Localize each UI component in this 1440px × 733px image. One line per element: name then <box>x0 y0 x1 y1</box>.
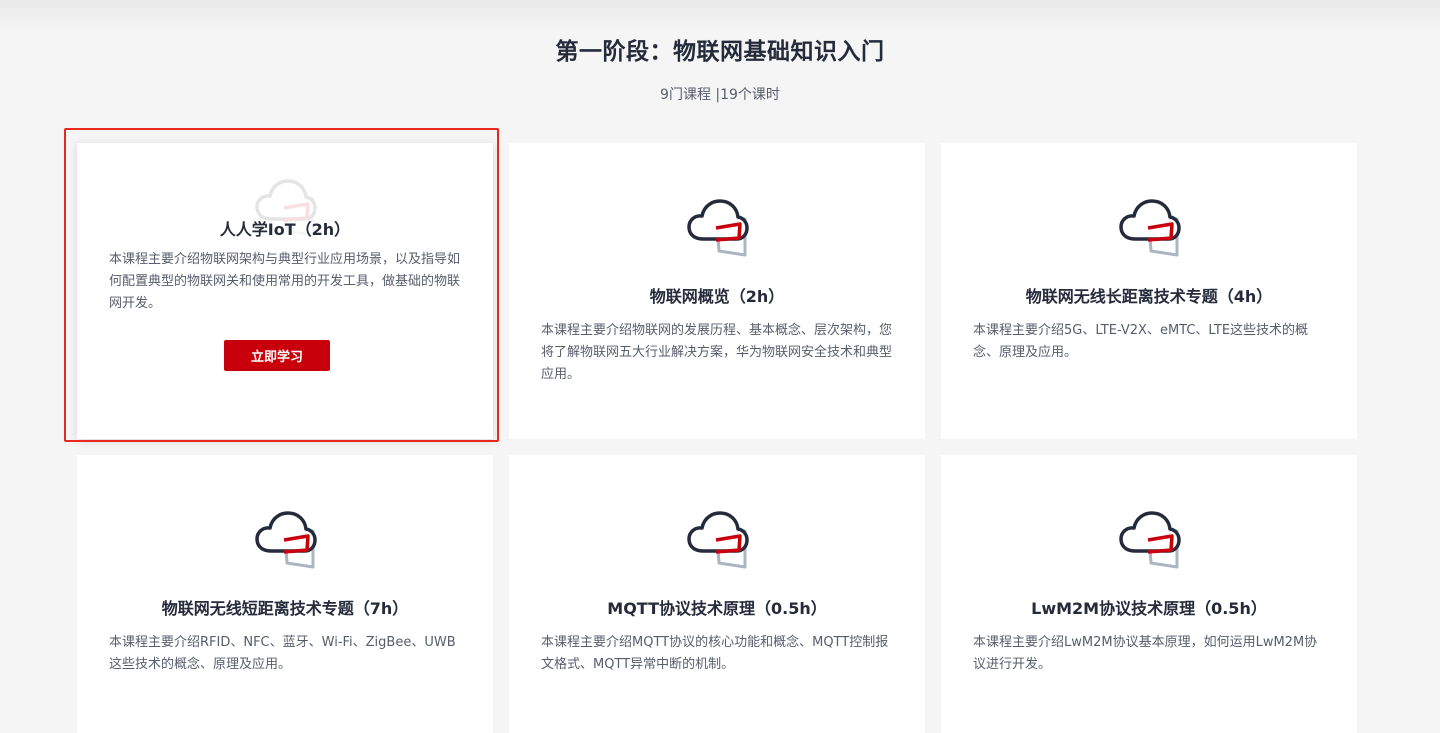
course-description: 本课程主要介绍5G、LTE-V2X、eMTC、LTE这些技术的概念、原理及应用。 <box>973 323 1309 360</box>
cloud-iot-icon <box>685 193 749 261</box>
course-description: 本课程主要介绍LwM2M协议基本原理，如何运用LwM2M协议进行开发。 <box>973 635 1318 672</box>
course-title: 物联网无线短距离技术专题（7h） <box>161 599 409 618</box>
cloud-iot-icon <box>1117 193 1181 261</box>
stage-summary: 9门课程 |19个课时 <box>660 87 780 103</box>
course-description: 本课程主要介绍物联网架构与典型行业应用场景，以及指导如何配置典型的物联网关和使用… <box>109 252 461 311</box>
start-learning-button[interactable]: 立即学习 <box>224 340 330 371</box>
page-header-shade <box>0 0 1440 30</box>
course-title: 物联网无线长距离技术专题（4h） <box>1025 287 1273 306</box>
course-card-mqtt[interactable]: MQTT协议技术原理（0.5h） 本课程主要介绍MQTT协议的核心功能和概念、M… <box>509 455 925 733</box>
cloud-iot-icon <box>253 505 317 573</box>
course-card-short-range-wireless[interactable]: 物联网无线短距离技术专题（7h） 本课程主要介绍RFID、NFC、蓝牙、Wi-F… <box>77 455 493 733</box>
stage-title: 第一阶段：物联网基础知识入门 <box>555 39 885 65</box>
cloud-iot-icon <box>685 505 749 573</box>
course-title: 物联网概览（2h） <box>649 287 785 306</box>
course-card-iot-for-everyone[interactable]: 人人学IoT（2h） 本课程主要介绍物联网架构与典型行业应用场景，以及指导如何配… <box>77 143 493 439</box>
course-card-long-range-wireless[interactable]: 物联网无线长距离技术专题（4h） 本课程主要介绍5G、LTE-V2X、eMTC、… <box>941 143 1357 439</box>
course-title: LwM2M协议技术原理（0.5h） <box>1031 599 1267 618</box>
course-title: 人人学IoT（2h） <box>219 220 351 239</box>
course-card-iot-overview[interactable]: 物联网概览（2h） 本课程主要介绍物联网的发展历程、基本概念、层次架构，您将了解… <box>509 143 925 439</box>
course-description: 本课程主要介绍物联网的发展历程、基本概念、层次架构，您将了解物联网五大行业解决方… <box>541 323 893 382</box>
course-card-lwm2m[interactable]: LwM2M协议技术原理（0.5h） 本课程主要介绍LwM2M协议基本原理，如何运… <box>941 455 1357 733</box>
course-description: 本课程主要介绍MQTT协议的核心功能和概念、MQTT控制报文格式、MQTT异常中… <box>541 635 889 672</box>
course-title: MQTT协议技术原理（0.5h） <box>607 599 827 618</box>
cloud-iot-icon <box>1117 505 1181 573</box>
course-description: 本课程主要介绍RFID、NFC、蓝牙、Wi-Fi、ZigBee、UWB这些技术的… <box>109 635 456 672</box>
